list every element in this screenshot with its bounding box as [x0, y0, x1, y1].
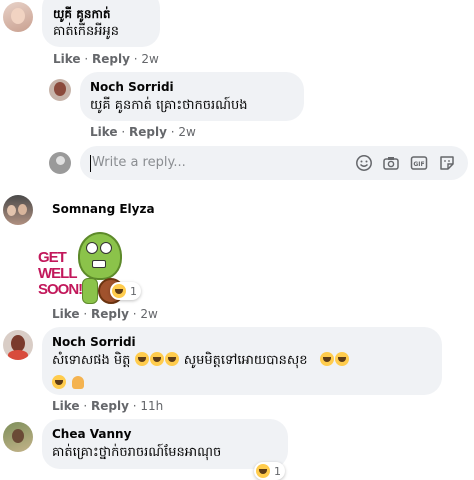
sticker-icon[interactable] — [438, 154, 456, 172]
crying-emoji-icon — [134, 352, 149, 366]
comment-text: យូគី គូនកាត់ គ្រោះថាកចរណ៍បង — [90, 98, 248, 113]
crying-emoji-icon — [334, 352, 349, 366]
avatar[interactable] — [3, 2, 33, 32]
comment-text: គាត់កើនអីអូន — [53, 24, 120, 39]
reply-button[interactable]: Reply — [92, 52, 130, 66]
avatar — [49, 152, 71, 174]
timestamp[interactable]: 2w — [140, 307, 157, 321]
reply-button[interactable]: Reply — [129, 125, 167, 139]
turtle-icon — [78, 232, 122, 280]
reply-input[interactable]: Write a reply... — [92, 155, 186, 170]
comment-author[interactable]: យូគី គូនកាត់ — [53, 6, 111, 24]
like-button[interactable]: Like — [52, 399, 80, 413]
comment-actions: Like · Reply · 2w — [52, 307, 158, 321]
avatar[interactable] — [3, 195, 33, 225]
like-button[interactable]: Like — [90, 125, 118, 139]
get-well-sticker: GET WELL SOON! — [36, 226, 124, 310]
reply-button[interactable]: Reply — [91, 399, 129, 413]
avatar[interactable] — [49, 79, 71, 101]
comment-text: សំទោសផង មិត្ត សូមមិត្តទៅអោយបានសុខ — [52, 352, 350, 371]
crying-emoji-icon — [149, 352, 164, 366]
avatar[interactable] — [3, 422, 33, 452]
comment-text: គាត់គ្រោះថ្នាក់ចរាចរណ៍មែនអាណុច — [52, 445, 222, 460]
comment-author[interactable]: Somnang Elyza — [52, 202, 155, 216]
reaction-count: 1 — [274, 464, 281, 478]
comment-author[interactable]: Noch Sorridi — [90, 80, 174, 94]
reaction-count: 1 — [130, 284, 137, 298]
gif-icon[interactable]: GIF — [410, 154, 428, 172]
crying-emoji-icon — [52, 375, 66, 389]
comment-actions: Like · Reply · 2w — [53, 52, 159, 66]
timestamp[interactable]: 2w — [141, 52, 158, 66]
svg-text:GIF: GIF — [413, 161, 424, 168]
comment-text-line2 — [52, 372, 85, 391]
sad-reaction-icon — [112, 284, 126, 298]
crying-emoji-icon — [164, 352, 179, 366]
comment-author[interactable]: Chea Vanny — [52, 427, 131, 441]
text-cursor — [90, 155, 91, 172]
reaction-badge[interactable]: 1 — [110, 282, 141, 300]
crying-emoji-icon — [319, 352, 334, 366]
comment-actions: Like · Reply · 2w — [90, 125, 196, 139]
timestamp[interactable]: 11h — [140, 399, 163, 413]
avatar[interactable] — [3, 330, 33, 360]
timestamp[interactable]: 2w — [178, 125, 195, 139]
emoji-icon[interactable] — [355, 154, 373, 172]
reaction-badge[interactable]: 1 — [254, 462, 285, 480]
reply-button[interactable]: Reply — [91, 307, 129, 321]
comment-author[interactable]: Noch Sorridi — [52, 335, 136, 349]
like-button[interactable]: Like — [53, 52, 81, 66]
reply-input-box[interactable]: Write a reply... GIF — [80, 146, 468, 180]
camera-icon[interactable] — [382, 154, 400, 172]
praying-hands-icon — [72, 376, 85, 389]
comment-actions: Like · Reply · 11h — [52, 399, 164, 413]
like-button[interactable]: Like — [52, 307, 80, 321]
sad-reaction-icon — [256, 464, 270, 478]
